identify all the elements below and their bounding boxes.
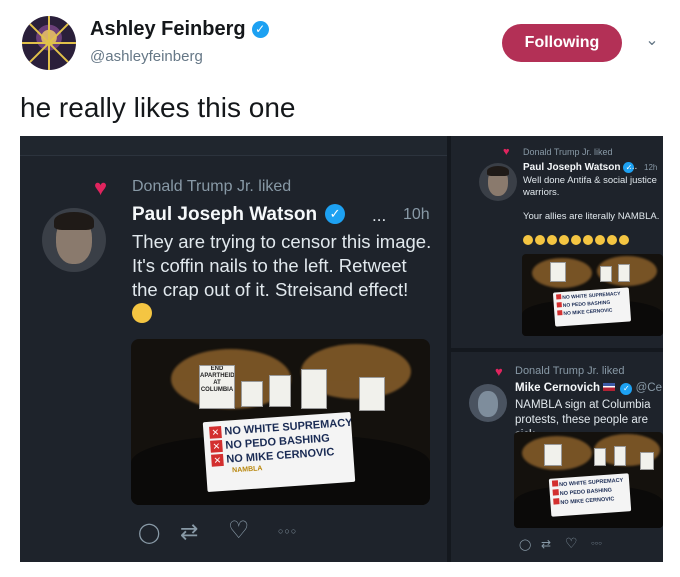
embedded-author-name-text: Mike Cernovich [515, 382, 600, 394]
more-dots: ... [629, 161, 638, 172]
verified-badge-icon: ✓ [620, 383, 633, 395]
retweet-icon: ⇄ [180, 519, 199, 544]
more-icon: ○○○ [278, 526, 298, 536]
cropped-previous-tweet [20, 136, 447, 156]
protest-sign [618, 264, 630, 282]
retweet-icon: ⇄ [541, 537, 552, 551]
embedded-author-name: Paul Joseph Watson ✓ [523, 162, 635, 173]
protest-sign [600, 266, 612, 282]
like-heart-icon: ♥ [503, 146, 510, 158]
verified-badge-icon: ✓ [251, 21, 269, 38]
liked-by-label: Donald Trump Jr. liked [523, 147, 613, 157]
protest-sign [544, 444, 562, 466]
screenshot-top-right: ♥ Donald Trump Jr. liked Paul Joseph Wat… [451, 136, 663, 348]
user-avatar [42, 208, 106, 272]
protest-photo: NO WHITE SUPREMACY NO PEDO BASHING NO MI… [514, 432, 663, 528]
avatar-hair [487, 166, 509, 176]
more-icon: ○○○ [591, 541, 602, 547]
like-heart-icon: ♥ [495, 364, 503, 379]
protest-photo: NO WHITE SUPREMACY NO PEDO BASHING NO MI… [522, 254, 663, 336]
protest-sign [241, 381, 263, 407]
embedded-tweet-body: They are trying to censor this image. It… [132, 230, 432, 326]
following-button[interactable]: Following [502, 24, 622, 62]
protest-photo: END APARTHEID AT COLUMBIA ✕ NO WHITE SUPR… [131, 339, 430, 505]
embedded-author-handle: @Ce... [635, 382, 663, 394]
tweet-image-collage[interactable]: ♥ Donald Trump Jr. liked Paul Joseph Wat… [20, 136, 663, 562]
author-name[interactable]: Ashley Feinberg ✓ [90, 18, 269, 41]
reply-icon: ◯ [138, 522, 161, 544]
liked-by-label: Donald Trump Jr. liked [132, 178, 292, 195]
protest-sign [594, 448, 606, 466]
verified-badge-icon: ✓ [325, 204, 346, 224]
tweet-time: 12h [644, 163, 658, 172]
like-icon: ♡ [565, 535, 578, 551]
hugging-face-emoji-icon [132, 303, 152, 323]
liked-by-label: Donald Trump Jr. liked [515, 365, 625, 377]
protest-sign [614, 446, 626, 466]
embedded-author-name: Paul Joseph Watson ✓ [132, 204, 346, 226]
more-dots: ... [372, 206, 387, 225]
protest-sign [301, 369, 327, 409]
protest-sign [550, 262, 566, 282]
user-avatar [479, 163, 517, 201]
screenshot-left: ♥ Donald Trump Jr. liked Paul Joseph Wat… [20, 136, 447, 562]
like-heart-icon: ♥ [94, 175, 108, 200]
avatar-face [478, 391, 498, 417]
nambla-banner: ✕ NO WHITE SUPREMACY ✕ NO PEDO BASHING ✕ NO… [202, 411, 356, 493]
screenshot-bottom-right: ♥ Donald Trump Jr. liked Mike Cernovich … [451, 352, 663, 562]
author-name-text[interactable]: Ashley Feinberg [90, 18, 246, 40]
nambla-banner: NO WHITE SUPREMACY NO PEDO BASHING NO MI… [552, 287, 632, 327]
author-handle[interactable]: @ashleyfeinberg [90, 48, 203, 65]
embedded-tweet-reply: Your allies are literally NAMBLA. [523, 211, 660, 222]
us-flag-icon [603, 383, 616, 391]
embedded-author-name-text: Paul Joseph Watson [523, 162, 621, 173]
embedded-author-name: Mike Cernovich ✓ @Ce... [515, 382, 663, 395]
protest-sign [640, 452, 654, 470]
embedded-author-name-text: Paul Joseph Watson [132, 204, 318, 225]
tweet-time: 10h [403, 206, 430, 223]
embedded-tweet-body: Well done Antifa & social justice warrio… [523, 175, 657, 198]
author-avatar[interactable] [22, 16, 76, 70]
embedded-tweet-body-text: They are trying to censor this image. It… [132, 231, 432, 300]
avatar-hair [54, 212, 94, 230]
chevron-down-icon[interactable]: ⌄ [643, 32, 661, 50]
protest-sign [359, 377, 385, 411]
protest-sign: END APARTHEID AT COLUMBIA [199, 365, 235, 409]
nambla-banner: NO WHITE SUPREMACY NO PEDO BASHING NO MI… [548, 473, 632, 517]
user-avatar [469, 384, 507, 422]
like-icon: ♡ [228, 517, 250, 544]
tweet-header: Ashley Feinberg ✓ @ashleyfeinberg Followi… [0, 0, 680, 85]
tweet-text: he really likes this one [20, 92, 296, 123]
protest-sign [269, 375, 291, 407]
grinning-emoji-row-icon [523, 235, 631, 245]
reply-icon: ◯ [519, 539, 532, 551]
